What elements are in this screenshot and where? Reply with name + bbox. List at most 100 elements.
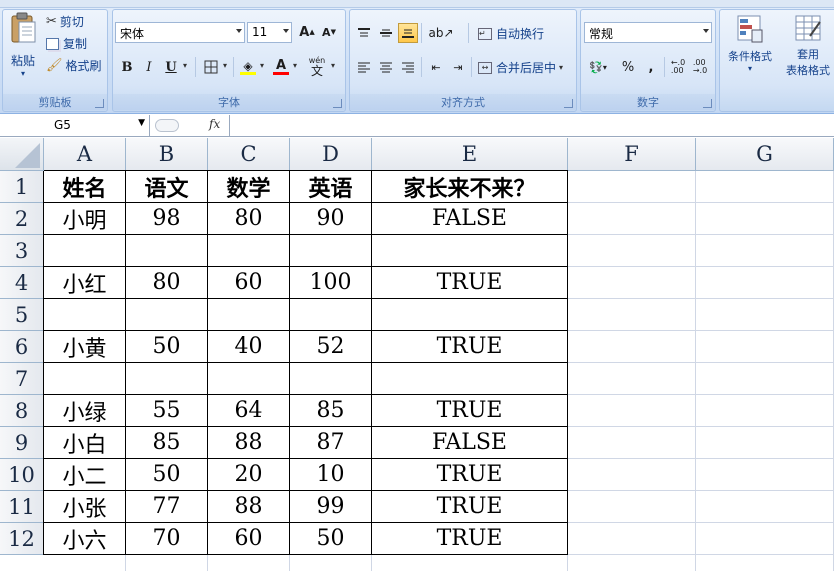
column-header-b[interactable]: B bbox=[126, 138, 208, 171]
select-all-button[interactable] bbox=[0, 138, 44, 171]
cut-button[interactable]: ✂ 剪切 bbox=[46, 13, 84, 30]
table-cell[interactable]: 50 bbox=[126, 331, 207, 362]
table-cell[interactable]: 90 bbox=[290, 203, 371, 234]
table-cell[interactable]: 小红 bbox=[44, 267, 125, 298]
table-cell[interactable] bbox=[126, 235, 207, 266]
increase-decimal-button[interactable]: ←.0.00 bbox=[668, 57, 688, 77]
shrink-font-button[interactable]: A ▼ bbox=[319, 22, 339, 42]
column-header-a[interactable]: A bbox=[44, 138, 126, 171]
fill-color-button[interactable]: ◈ bbox=[238, 57, 258, 77]
table-cell[interactable]: 40 bbox=[208, 331, 289, 362]
table-cell[interactable]: 50 bbox=[126, 459, 207, 490]
worksheet-grid[interactable]: ABCDEFG 1 2 3 4 5 6 7 8 9 10 11 12 姓名 语文 数学 英语 家长来不来？ 小明… bbox=[0, 138, 834, 571]
merge-center-button[interactable]: ↔ 合并后居中 ▾ bbox=[478, 59, 563, 76]
row-header-5[interactable]: 5 bbox=[0, 299, 44, 331]
comma-button[interactable]: , bbox=[641, 57, 661, 77]
table-cell[interactable] bbox=[372, 363, 567, 394]
copy-button[interactable]: 复制 bbox=[46, 35, 87, 52]
table-cell[interactable]: 小黄 bbox=[44, 331, 125, 362]
row-header-1[interactable]: 1 bbox=[0, 171, 44, 203]
column-header-d[interactable]: D bbox=[290, 138, 372, 171]
percent-button[interactable]: % bbox=[618, 57, 638, 77]
chevron-down-icon[interactable]: ▾ bbox=[331, 61, 335, 70]
format-as-table-button[interactable]: 套用 表格格式 bbox=[778, 14, 834, 78]
column-header-g[interactable]: G bbox=[696, 138, 834, 171]
resize-handle[interactable] bbox=[155, 119, 179, 132]
table-cell[interactable]: TRUE bbox=[372, 459, 567, 490]
table-cell[interactable] bbox=[44, 235, 125, 266]
table-cell[interactable]: 64 bbox=[208, 395, 289, 426]
table-cell[interactable]: 87 bbox=[290, 427, 371, 458]
row-header-7[interactable]: 7 bbox=[0, 363, 44, 395]
table-cell[interactable]: 85 bbox=[290, 395, 371, 426]
row-header-12[interactable]: 12 bbox=[0, 523, 44, 555]
name-box[interactable]: G5 ▼ bbox=[0, 115, 150, 136]
table-cell[interactable]: 60 bbox=[208, 267, 289, 298]
table-cell[interactable]: 52 bbox=[290, 331, 371, 362]
table-cell[interactable]: 88 bbox=[208, 427, 289, 458]
row-header-3[interactable]: 3 bbox=[0, 235, 44, 267]
currency-button[interactable]: 💱 ▾ bbox=[585, 57, 611, 77]
increase-indent-button[interactable]: ⇥ bbox=[448, 57, 468, 77]
align-bottom-button[interactable] bbox=[398, 23, 418, 43]
column-header-c[interactable]: C bbox=[208, 138, 290, 171]
table-cell[interactable]: 小绿 bbox=[44, 395, 125, 426]
table-cell[interactable] bbox=[126, 363, 207, 394]
table-header-cell[interactable]: 语文 bbox=[126, 171, 207, 202]
format-painter-button[interactable]: 🖌 格式刷 bbox=[46, 57, 102, 74]
table-cell[interactable]: TRUE bbox=[372, 267, 567, 298]
conditional-format-button[interactable]: 条件格式 ▾ bbox=[722, 14, 778, 73]
table-cell[interactable]: TRUE bbox=[372, 395, 567, 426]
table-cell[interactable] bbox=[126, 299, 207, 330]
align-center-button[interactable] bbox=[376, 57, 396, 77]
table-header-cell[interactable]: 家长来不来？ bbox=[372, 171, 567, 202]
table-cell[interactable] bbox=[208, 235, 289, 266]
borders-button[interactable] bbox=[201, 57, 221, 77]
row-header-10[interactable]: 10 bbox=[0, 459, 44, 491]
chevron-down-icon[interactable]: ▾ bbox=[260, 61, 264, 70]
table-cell[interactable] bbox=[290, 299, 371, 330]
column-header-f[interactable]: F bbox=[568, 138, 696, 171]
font-name-select[interactable]: 宋体 bbox=[115, 22, 245, 43]
table-cell[interactable]: 小二 bbox=[44, 459, 125, 490]
table-cell[interactable] bbox=[208, 363, 289, 394]
font-size-select[interactable]: 11 bbox=[247, 22, 292, 43]
align-left-button[interactable] bbox=[354, 57, 374, 77]
alignment-dialog-launcher[interactable] bbox=[564, 99, 573, 108]
table-cell[interactable]: 80 bbox=[126, 267, 207, 298]
table-cell[interactable] bbox=[372, 235, 567, 266]
row-header-11[interactable]: 11 bbox=[0, 491, 44, 523]
table-cell[interactable] bbox=[372, 299, 567, 330]
italic-button[interactable]: I bbox=[139, 57, 159, 77]
font-dialog-launcher[interactable] bbox=[333, 99, 342, 108]
table-cell[interactable]: 100 bbox=[290, 267, 371, 298]
chevron-down-icon[interactable]: ▾ bbox=[293, 61, 297, 70]
align-middle-button[interactable] bbox=[376, 23, 396, 43]
table-cell[interactable]: TRUE bbox=[372, 331, 567, 362]
table-header-cell[interactable]: 英语 bbox=[290, 171, 371, 202]
table-cell[interactable]: 20 bbox=[208, 459, 289, 490]
table-cell[interactable]: 10 bbox=[290, 459, 371, 490]
table-cell[interactable]: 85 bbox=[126, 427, 207, 458]
number-dialog-launcher[interactable] bbox=[703, 99, 712, 108]
grow-font-button[interactable]: A ▲ bbox=[297, 22, 317, 42]
orientation-button[interactable]: ab↗ bbox=[426, 23, 456, 43]
clipboard-dialog-launcher[interactable] bbox=[95, 99, 104, 108]
table-cell[interactable] bbox=[44, 299, 125, 330]
table-cell[interactable]: FALSE bbox=[372, 427, 567, 458]
formula-input[interactable] bbox=[229, 115, 834, 136]
table-cell[interactable]: 55 bbox=[126, 395, 207, 426]
row-header-4[interactable]: 4 bbox=[0, 267, 44, 299]
table-cell[interactable]: FALSE bbox=[372, 203, 567, 234]
align-top-button[interactable] bbox=[354, 23, 374, 43]
table-cell[interactable]: 77 bbox=[126, 491, 207, 522]
font-color-button[interactable]: A bbox=[271, 57, 291, 77]
decrease-indent-button[interactable]: ⇤ bbox=[426, 57, 446, 77]
table-cell[interactable]: 99 bbox=[290, 491, 371, 522]
table-cell[interactable] bbox=[290, 235, 371, 266]
insert-function-button[interactable]: fx bbox=[209, 117, 220, 131]
row-header-6[interactable]: 6 bbox=[0, 331, 44, 363]
row-header-8[interactable]: 8 bbox=[0, 395, 44, 427]
row-header-2[interactable]: 2 bbox=[0, 203, 44, 235]
column-header-e[interactable]: E bbox=[372, 138, 568, 171]
